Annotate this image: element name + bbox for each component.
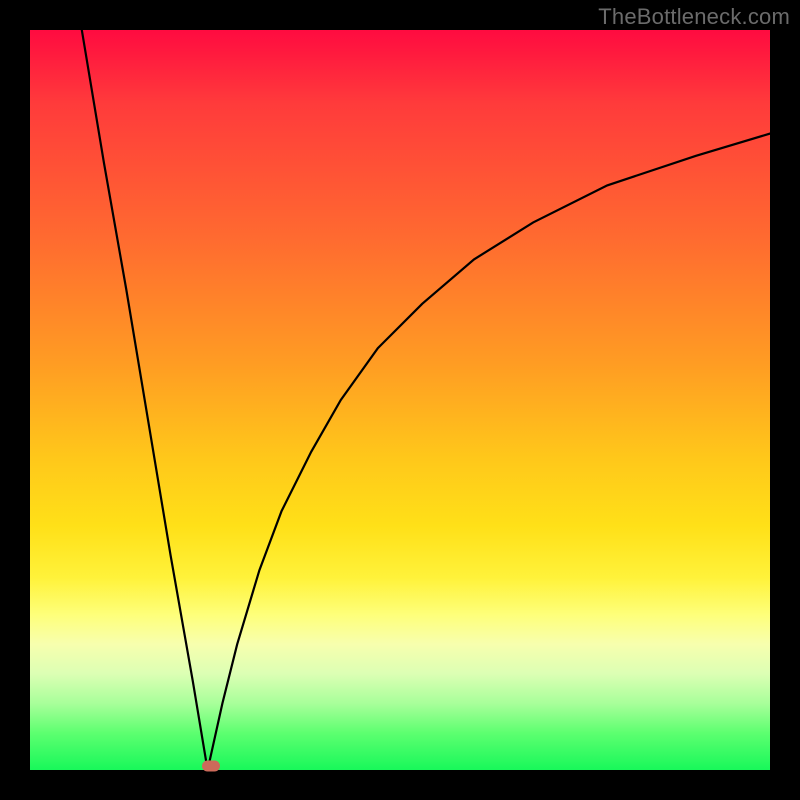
- bottleneck-curve: [30, 30, 770, 770]
- plot-area: [30, 30, 770, 770]
- chart-frame: TheBottleneck.com: [0, 0, 800, 800]
- minimum-marker: [202, 761, 220, 772]
- watermark-text: TheBottleneck.com: [598, 4, 790, 30]
- curve-path: [82, 30, 770, 770]
